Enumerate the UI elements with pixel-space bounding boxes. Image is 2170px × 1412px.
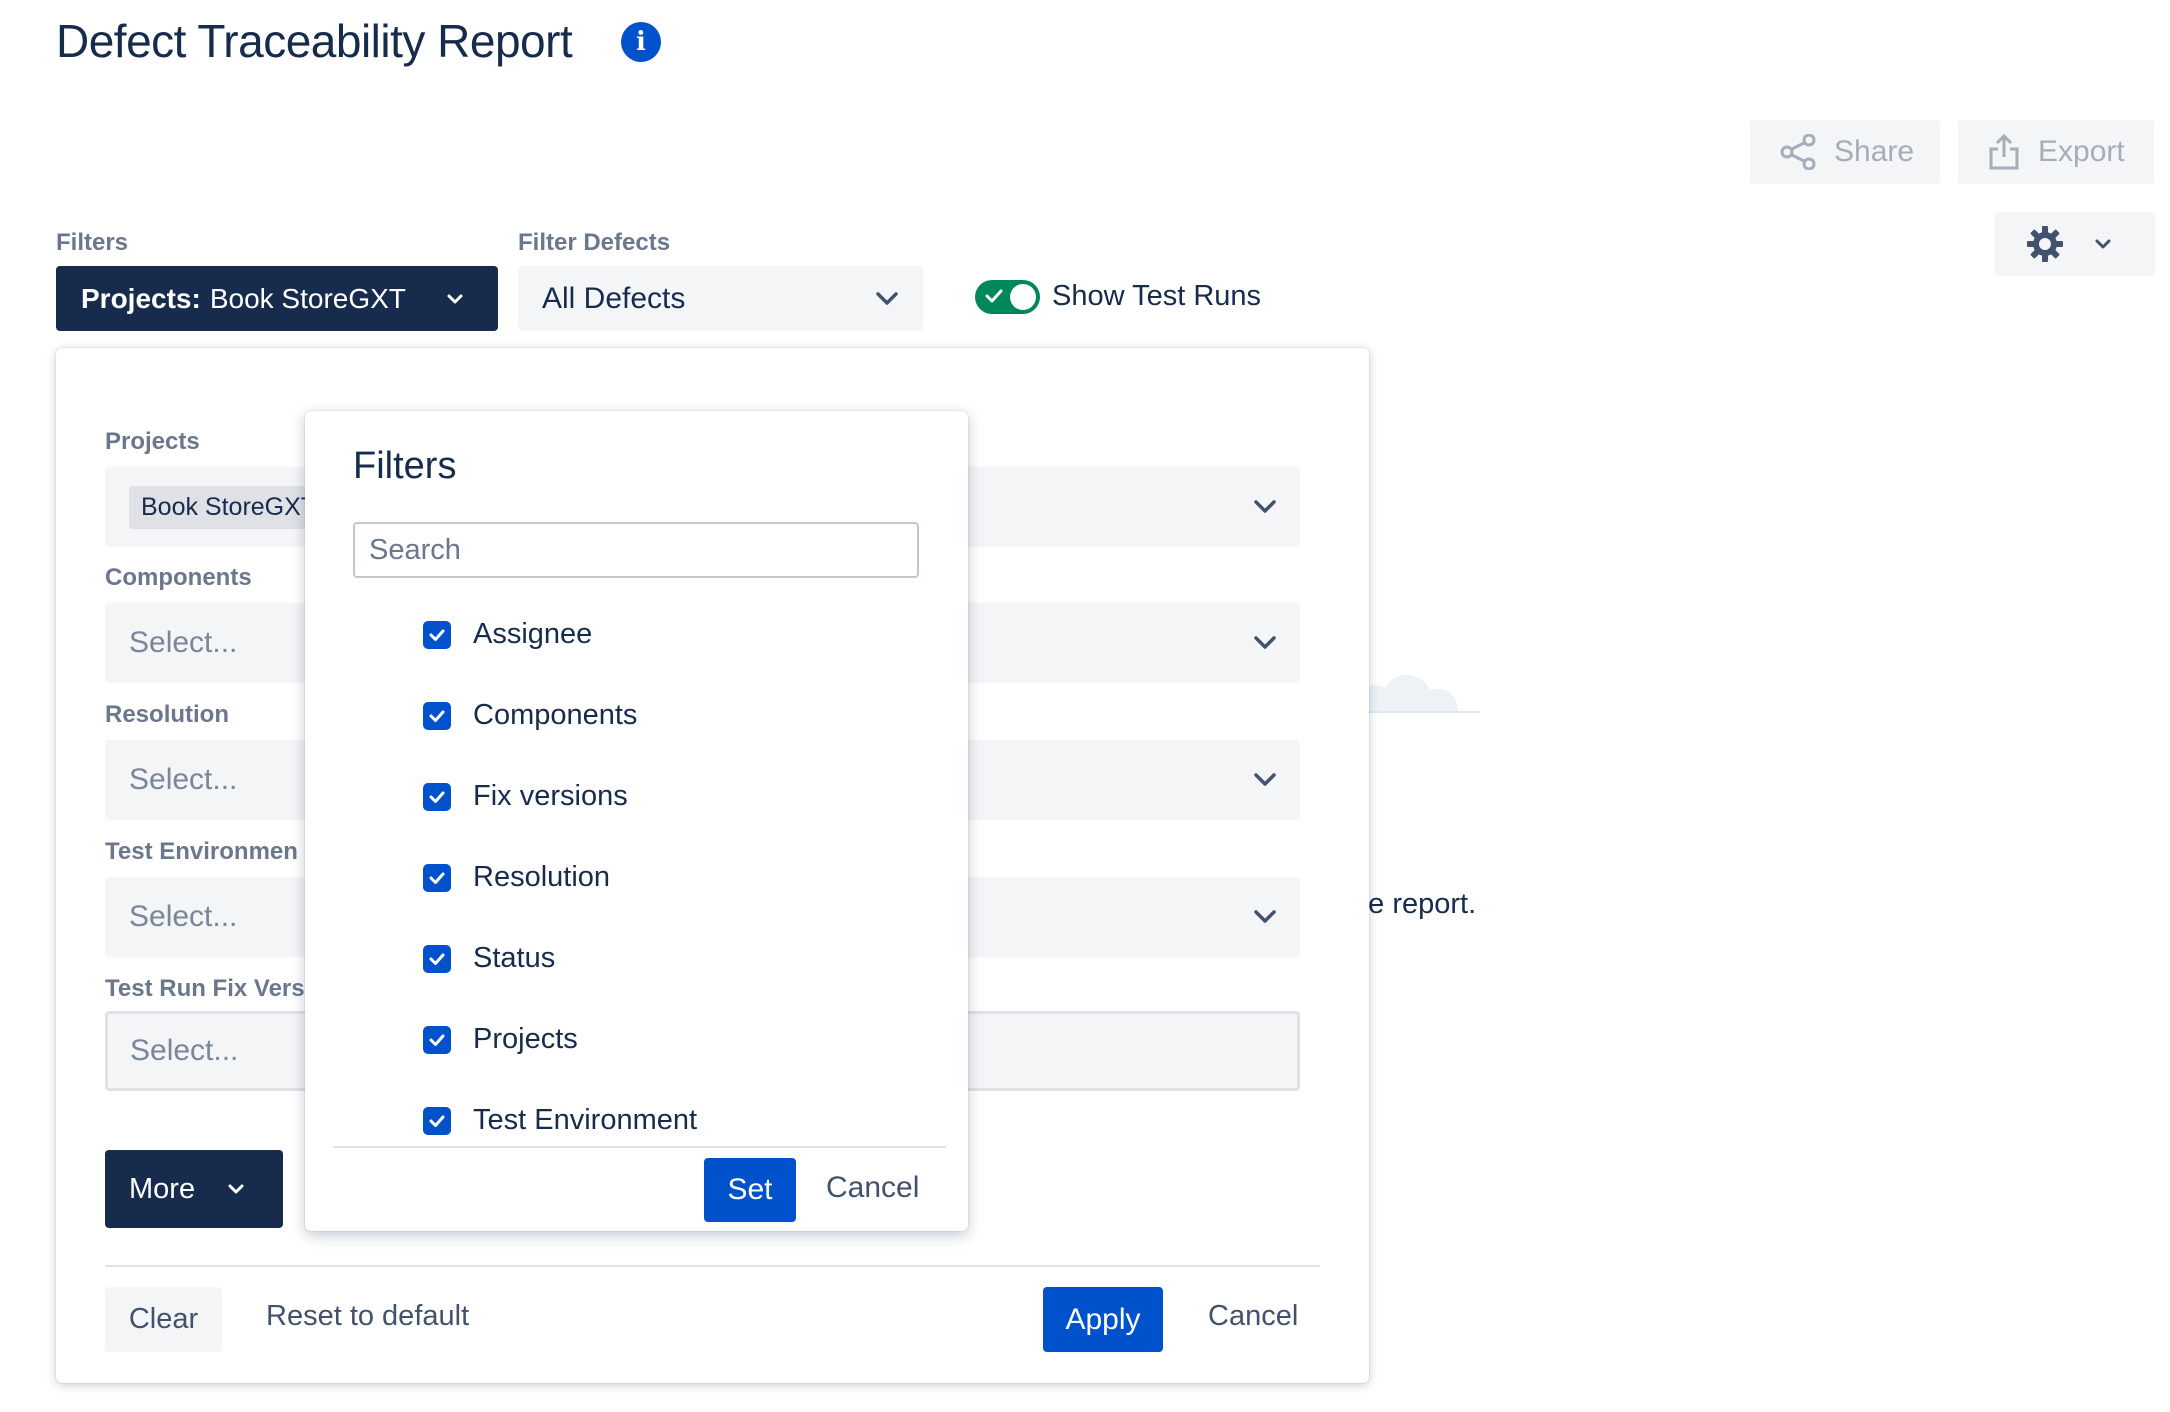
chevron-down-icon [2095, 239, 2111, 249]
clear-button[interactable]: Clear [105, 1287, 222, 1352]
popover-divider [333, 1146, 946, 1148]
share-icon [1780, 134, 1816, 170]
filter-option-status[interactable]: Status [423, 942, 555, 975]
share-button[interactable]: Share [1750, 120, 1940, 184]
test-run-fix-version-placeholder: Select... [130, 1034, 239, 1067]
projects-filter-value: Book StoreGXT [209, 282, 406, 314]
share-label: Share [1834, 135, 1915, 168]
projects-field-label: Projects [105, 428, 200, 455]
chevron-down-icon [876, 291, 898, 305]
export-button[interactable]: Export [1958, 120, 2154, 184]
chevron-down-icon [447, 294, 463, 303]
resolution-field-label: Resolution [105, 701, 229, 728]
chevron-down-icon [228, 1184, 244, 1194]
panel-divider [105, 1265, 1320, 1267]
checkbox-checked-icon[interactable] [423, 1106, 451, 1135]
resolution-placeholder: Select... [129, 763, 238, 796]
filter-option-label: Assignee [473, 618, 593, 650]
filter-option-components[interactable]: Components [423, 699, 637, 732]
checkbox-checked-icon[interactable] [423, 1025, 451, 1054]
filter-option-label: Status [473, 942, 556, 974]
checkbox-checked-icon[interactable] [423, 701, 451, 730]
test-environment-placeholder: Select... [129, 900, 238, 933]
components-field-label: Components [105, 564, 252, 591]
chevron-down-icon [1254, 500, 1276, 513]
info-icon[interactable]: i [621, 22, 661, 62]
panel-cancel-button[interactable]: Cancel [1208, 1300, 1298, 1333]
filter-option-fix-versions[interactable]: Fix versions [423, 780, 628, 813]
chevron-down-icon [1254, 910, 1276, 923]
page-title: Defect Traceability Report [56, 15, 573, 67]
checkbox-checked-icon[interactable] [423, 944, 451, 973]
filter-option-test-environment[interactable]: Test Environment [423, 1104, 697, 1137]
export-label: Export [2038, 135, 2125, 168]
toggle-knob [1010, 284, 1036, 310]
filter-option-label: Resolution [473, 861, 611, 893]
checkbox-checked-icon[interactable] [423, 863, 451, 892]
filter-option-label: Components [473, 699, 638, 731]
filter-option-resolution[interactable]: Resolution [423, 861, 610, 894]
projects-filter-key: Projects: [81, 282, 201, 314]
popover-cancel-button[interactable]: Cancel [826, 1171, 919, 1205]
filter-option-projects[interactable]: Projects [423, 1023, 578, 1056]
test-environment-field-label: Test Environmen [105, 838, 298, 865]
components-placeholder: Select... [129, 626, 238, 659]
reset-to-default-button[interactable]: Reset to default [266, 1300, 469, 1333]
checkbox-checked-icon[interactable] [423, 620, 451, 649]
filters-label: Filters [56, 229, 129, 256]
filters-search-input[interactable] [353, 522, 919, 578]
apply-button[interactable]: Apply [1043, 1287, 1163, 1352]
filter-defects-label: Filter Defects [518, 229, 671, 256]
filters-popover: Filters Assignee Components Fix versions… [305, 411, 968, 1231]
more-label: More [129, 1172, 196, 1205]
export-icon [1989, 133, 2019, 170]
gear-icon [2027, 226, 2063, 262]
checkbox-checked-icon[interactable] [423, 782, 451, 811]
filter-option-label: Test Environment [473, 1104, 698, 1136]
filter-options-list[interactable]: Assignee Components Fix versions Resolut… [333, 598, 926, 1146]
more-button[interactable]: More [105, 1150, 283, 1228]
filter-defects-value: All Defects [542, 281, 686, 315]
chevron-down-icon [1254, 773, 1276, 786]
set-button[interactable]: Set [704, 1158, 796, 1222]
filter-option-assignee[interactable]: Assignee [423, 618, 592, 651]
show-test-runs-toggle[interactable] [975, 280, 1040, 314]
show-test-runs-label: Show Test Runs [1052, 280, 1262, 312]
filter-option-label: Projects [473, 1023, 578, 1055]
projects-filter-button[interactable]: Projects: Book StoreGXT [56, 266, 498, 331]
filter-option-label: Fix versions [473, 780, 628, 812]
filter-defects-select[interactable]: All Defects [518, 266, 923, 331]
chevron-down-icon [1254, 636, 1276, 649]
report-message-fragment: ne report. [1352, 888, 1477, 920]
popover-title: Filters [353, 445, 457, 487]
project-tag: Book StoreGXT [129, 485, 329, 529]
settings-button[interactable] [1995, 212, 2155, 276]
check-icon [985, 289, 1003, 303]
test-run-fix-version-field-label: Test Run Fix Vers [105, 975, 305, 1002]
